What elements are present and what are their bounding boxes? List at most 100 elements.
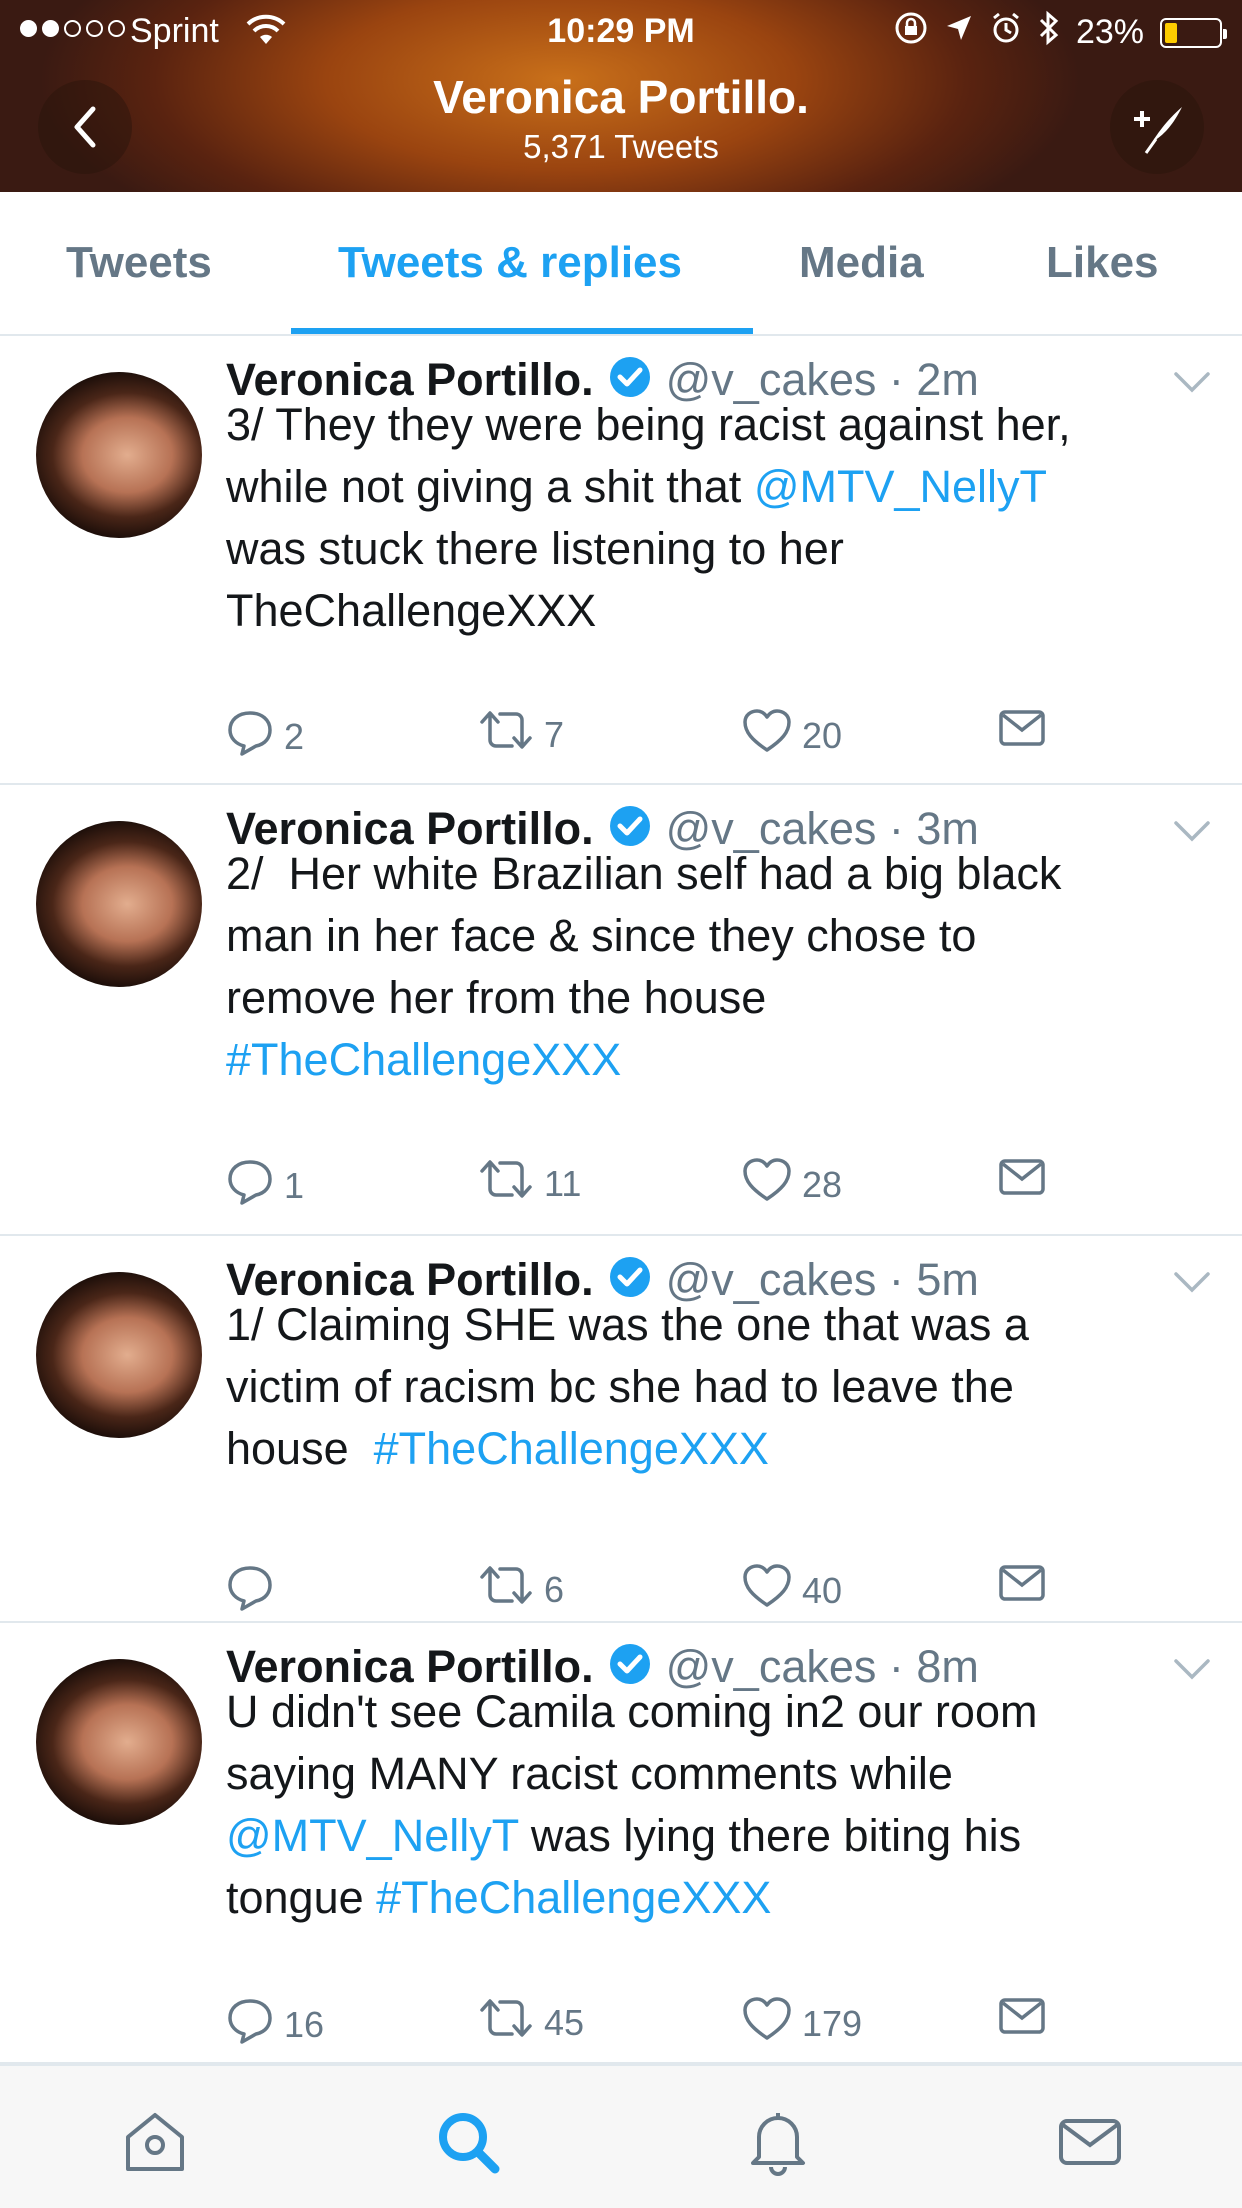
reply-button[interactable]: 1 — [226, 1157, 304, 1214]
envelope-icon — [998, 1563, 1046, 1612]
avatar[interactable] — [36, 1272, 202, 1438]
tweet-text-line: man in her face & since they chose to — [226, 905, 1216, 967]
direct-message-button[interactable] — [998, 708, 1046, 757]
bottom-tab-bar — [0, 2064, 1242, 2208]
tweet-actions: 2 7 20 — [226, 708, 1126, 764]
retweet-icon — [478, 708, 534, 761]
tab-tweets-and-replies[interactable]: Tweets & replies — [338, 238, 682, 288]
reply-button[interactable] — [226, 1563, 284, 1620]
battery-icon — [1160, 17, 1227, 48]
avatar[interactable] — [36, 372, 202, 538]
like-button[interactable]: 20 — [742, 708, 842, 763]
tweet-text-line: was stuck there listening to her — [226, 518, 1216, 580]
tweet-text-line: house #TheChallengeXXX — [226, 1418, 1216, 1480]
reply-button[interactable]: 2 — [226, 708, 304, 765]
like-button[interactable]: 179 — [742, 1996, 862, 2051]
envelope-icon — [998, 708, 1046, 757]
tweet-text-segment: saying MANY racist comments while — [226, 1748, 953, 1799]
tweet-text: 2/ Her white Brazilian self had a big bl… — [226, 843, 1216, 1091]
reply-icon — [226, 1563, 274, 1620]
like-count: 20 — [802, 714, 843, 756]
reply-button[interactable]: 16 — [226, 1996, 324, 2053]
tweet-text-line: 3/ They they were being racist against h… — [226, 394, 1216, 456]
tweet-link[interactable]: #TheChallengeXXX — [376, 1872, 771, 1923]
tweet-text-segment: 2/ Her white Brazilian self had a big bl… — [226, 848, 1062, 899]
tweet-text-segment: tongue — [226, 1872, 377, 1923]
tweet[interactable]: Veronica Portillo. @v_cakes · 2m 3/ They t… — [0, 338, 1242, 785]
retweet-count: 6 — [544, 1568, 565, 1610]
direct-message-button[interactable] — [998, 1563, 1046, 1612]
tweet-text-segment: victim of racism bc she had to leave the — [226, 1361, 1014, 1412]
search-icon — [439, 2113, 500, 2174]
notifications-tab[interactable] — [738, 2102, 818, 2182]
tweet-link[interactable]: @MTV_NellyT — [226, 1810, 518, 1861]
tweet-text-line: U didn't see Camila coming in2 our room — [226, 1681, 1216, 1743]
tab-likes[interactable]: Likes — [1046, 238, 1159, 288]
bluetooth-icon — [1038, 10, 1060, 55]
profile-header: Sprint 10:29 PM 23% Veronica Portillo. 5… — [0, 0, 1242, 192]
tweet-text-line: remove her from the house — [226, 967, 1216, 1029]
tweet-text: 1/ Claiming SHE was the one that was a vi… — [226, 1294, 1216, 1480]
tweet-link[interactable]: #TheChallengeXXX — [374, 1423, 769, 1474]
tweet-text-segment: man in her face & since they chose to — [226, 910, 977, 961]
tweet[interactable]: Veronica Portillo. @v_cakes · 5m 1/ Claimi… — [0, 1238, 1242, 1623]
reply-count: 2 — [284, 715, 305, 757]
like-count: 179 — [802, 2002, 863, 2044]
retweet-button[interactable]: 11 — [478, 1157, 581, 1210]
envelope-icon — [998, 1157, 1046, 1206]
reply-icon — [226, 1996, 274, 2053]
search-tab[interactable] — [428, 2102, 508, 2182]
tab-media[interactable]: Media — [799, 238, 924, 288]
tweet-text-line: 2/ Her white Brazilian self had a big bl… — [226, 843, 1216, 905]
retweet-button[interactable]: 6 — [478, 1563, 564, 1616]
tweet-text-segment: house — [226, 1423, 374, 1474]
tweet-link[interactable]: @MTV_NellyT — [754, 461, 1047, 512]
avatar[interactable] — [36, 821, 202, 987]
retweet-count: 45 — [544, 2001, 585, 2043]
like-count: 28 — [802, 1163, 843, 1205]
reply-count: 1 — [284, 1164, 305, 1206]
retweet-count: 11 — [544, 1162, 582, 1204]
messages-tab[interactable] — [1050, 2102, 1130, 2182]
tweet-text-segment: U didn't see Camila coming in2 our room — [226, 1686, 1038, 1737]
tweet-text-line: @MTV_NellyT was lying there biting his — [226, 1805, 1216, 1867]
compose-tweet-button[interactable] — [1110, 80, 1204, 174]
retweet-button[interactable]: 45 — [478, 1996, 584, 2049]
orientation-lock-icon — [894, 11, 928, 54]
retweet-icon — [478, 1563, 534, 1616]
retweet-count: 7 — [544, 713, 565, 755]
like-button[interactable]: 40 — [742, 1563, 842, 1618]
tweet[interactable]: Veronica Portillo. @v_cakes · 8m U didn't … — [0, 1625, 1242, 2064]
tweet-text-segment: TheChallengeXXX — [226, 585, 597, 636]
tweet-text-line: victim of racism bc she had to leave the — [226, 1356, 1216, 1418]
tweet-text: 3/ They they were being racist against h… — [226, 394, 1216, 642]
tweet-text-line: saying MANY racist comments while — [226, 1743, 1216, 1805]
like-button[interactable]: 28 — [742, 1157, 842, 1212]
like-count: 40 — [802, 1569, 843, 1611]
like-icon — [742, 1157, 792, 1212]
like-icon — [742, 708, 792, 763]
tweet-text-line: #TheChallengeXXX — [226, 1029, 1216, 1091]
like-icon — [742, 1563, 792, 1618]
tweet-text-line: 1/ Claiming SHE was the one that was a — [226, 1294, 1216, 1356]
direct-message-button[interactable] — [998, 1157, 1046, 1206]
tab-tweets[interactable]: Tweets — [66, 238, 212, 288]
location-icon — [944, 13, 974, 52]
reply-icon — [226, 708, 274, 765]
tweet-link[interactable]: #TheChallengeXXX — [226, 1034, 621, 1085]
tweet-text-segment: 1/ Claiming SHE was the one that was a — [226, 1299, 1029, 1350]
direct-message-button[interactable] — [998, 1996, 1046, 2045]
like-icon — [742, 1996, 792, 2051]
tweet-actions: 1 11 28 — [226, 1157, 1126, 1213]
tweet[interactable]: Veronica Portillo. @v_cakes · 3m 2/ Her wh… — [0, 787, 1242, 1236]
tweet-text-line: TheChallengeXXX — [226, 580, 1216, 642]
messages-icon — [1059, 2119, 1121, 2165]
retweet-button[interactable]: 7 — [478, 708, 564, 761]
tweet-text-segment: was stuck there listening to her — [226, 523, 844, 574]
compose-feather-icon — [1134, 107, 1182, 154]
active-tab-indicator — [291, 328, 753, 334]
avatar[interactable] — [36, 1659, 202, 1825]
retweet-icon — [478, 1157, 534, 1210]
tweet-text-segment: remove her from the house — [226, 972, 767, 1023]
home-tab[interactable] — [115, 2102, 195, 2182]
